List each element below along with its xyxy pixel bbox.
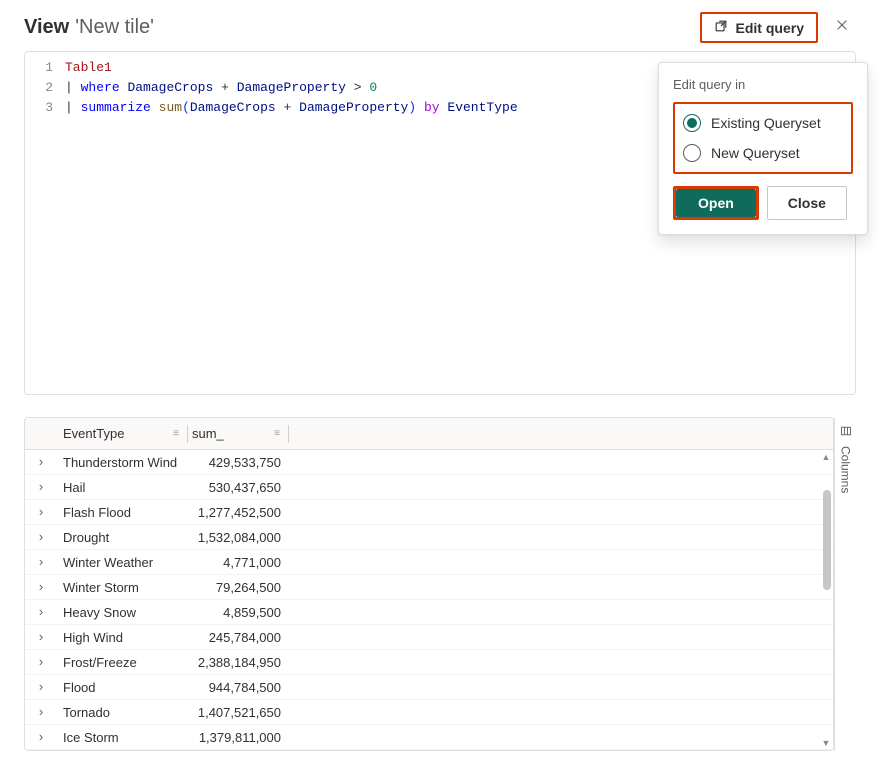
cell-eventtype: Flood (57, 680, 187, 695)
table-row[interactable]: ›Winter Weather4,771,000 (25, 550, 833, 575)
cell-sum: 4,771,000 (187, 555, 287, 570)
columns-label: Columns (839, 446, 853, 493)
edit-query-label: Edit query (736, 20, 804, 36)
popup-title: Edit query in (673, 77, 853, 92)
cell-sum: 530,437,650 (187, 480, 287, 495)
tile-name: 'New tile' (75, 16, 154, 39)
expand-row-icon[interactable]: › (25, 455, 57, 470)
table-body: ▲ ▼ ›Thunderstorm Wind429,533,750›Hail53… (25, 450, 833, 750)
table-row[interactable]: ›Hail530,437,650 (25, 475, 833, 500)
cell-eventtype: Winter Weather (57, 555, 187, 570)
cell-sum: 79,264,500 (187, 580, 287, 595)
expand-row-icon[interactable]: › (25, 555, 57, 570)
cell-sum: 2,388,184,950 (187, 655, 287, 670)
radio-existing-queryset[interactable]: Existing Queryset (681, 108, 845, 138)
queryset-radio-group: Existing Queryset New Queryset (673, 102, 853, 174)
radio-new-queryset[interactable]: New Queryset (681, 138, 845, 168)
open-button[interactable]: Open (676, 189, 756, 217)
edit-query-button[interactable]: Edit query (700, 12, 818, 43)
cell-sum: 1,407,521,650 (187, 705, 287, 720)
expand-row-icon[interactable]: › (25, 705, 57, 720)
column-header-sum[interactable]: sum_ ≡ (188, 426, 288, 441)
table-header: EventType ≡ sum_ ≡ (25, 418, 833, 450)
edit-query-popup: Edit query in Existing Queryset New Quer… (658, 62, 868, 235)
expand-row-icon[interactable]: › (25, 680, 57, 695)
table-row[interactable]: ›Flood944,784,500 (25, 675, 833, 700)
results-table: EventType ≡ sum_ ≡ ▲ ▼ ›Thunderstorm Win… (24, 417, 834, 751)
cell-eventtype: High Wind (57, 630, 187, 645)
scroll-up-icon[interactable]: ▲ (821, 452, 831, 462)
cell-eventtype: Tornado (57, 705, 187, 720)
page-title: View 'New tile' (24, 16, 154, 39)
table-row[interactable]: ›Tornado1,407,521,650 (25, 700, 833, 725)
cell-eventtype: Flash Flood (57, 505, 187, 520)
radio-icon (683, 114, 701, 132)
column-header-eventtype[interactable]: EventType ≡ (57, 426, 187, 441)
column-menu-icon[interactable]: ≡ (173, 428, 179, 439)
view-label: View (24, 16, 69, 39)
cell-eventtype: Ice Storm (57, 730, 187, 745)
scroll-down-icon[interactable]: ▼ (821, 738, 831, 748)
radio-icon (683, 144, 701, 162)
cell-sum: 1,277,452,500 (187, 505, 287, 520)
expand-row-icon[interactable]: › (25, 605, 57, 620)
table-row[interactable]: ›Flash Flood1,277,452,500 (25, 500, 833, 525)
cell-eventtype: Heavy Snow (57, 605, 187, 620)
table-row[interactable]: ›Ice Storm1,379,811,000 (25, 725, 833, 750)
cell-eventtype: Drought (57, 530, 187, 545)
cell-sum: 4,859,500 (187, 605, 287, 620)
table-row[interactable]: ›Heavy Snow4,859,500 (25, 600, 833, 625)
expand-row-icon[interactable]: › (25, 730, 57, 745)
expand-row-icon[interactable]: › (25, 630, 57, 645)
table-row[interactable]: ›Thunderstorm Wind429,533,750 (25, 450, 833, 475)
line-gutter: 1 2 3 (25, 52, 65, 394)
columns-panel-toggle[interactable]: Columns (834, 417, 856, 751)
cell-eventtype: Hail (57, 480, 187, 495)
cell-sum: 245,784,000 (187, 630, 287, 645)
expand-row-icon[interactable]: › (25, 580, 57, 595)
popup-close-button[interactable]: Close (767, 186, 847, 220)
expand-row-icon[interactable]: › (25, 505, 57, 520)
columns-icon (840, 425, 852, 440)
table-row[interactable]: ›Frost/Freeze2,388,184,950 (25, 650, 833, 675)
expand-row-icon[interactable]: › (25, 480, 57, 495)
scrollbar-thumb[interactable] (823, 490, 831, 590)
open-external-icon (714, 19, 728, 36)
close-button[interactable] (828, 14, 856, 42)
expand-row-icon[interactable]: › (25, 655, 57, 670)
cell-sum: 1,532,084,000 (187, 530, 287, 545)
cell-eventtype: Thunderstorm Wind (57, 455, 187, 470)
cell-sum: 944,784,500 (187, 680, 287, 695)
cell-sum: 1,379,811,000 (187, 730, 287, 745)
cell-eventtype: Frost/Freeze (57, 655, 187, 670)
column-menu-icon[interactable]: ≡ (274, 428, 280, 439)
cell-sum: 429,533,750 (187, 455, 287, 470)
table-row[interactable]: ›Winter Storm79,264,500 (25, 575, 833, 600)
expand-row-icon[interactable]: › (25, 530, 57, 545)
table-row[interactable]: ›Drought1,532,084,000 (25, 525, 833, 550)
cell-eventtype: Winter Storm (57, 580, 187, 595)
close-icon (835, 18, 849, 37)
table-row[interactable]: ›High Wind245,784,000 (25, 625, 833, 650)
